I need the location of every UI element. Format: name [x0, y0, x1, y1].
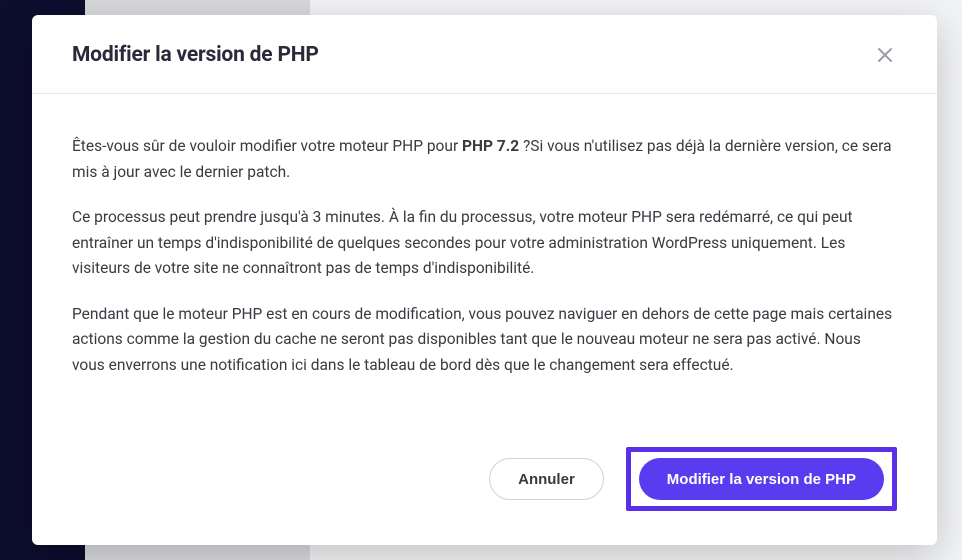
- php-version: PHP 7.2: [462, 137, 519, 155]
- p1-prefix: Êtes-vous sûr de vouloir modifier votre …: [72, 137, 462, 155]
- confirm-button[interactable]: Modifier la version de PHP: [639, 458, 884, 500]
- primary-button-highlight: Modifier la version de PHP: [626, 447, 897, 511]
- modal-title: Modifier la version de PHP: [72, 43, 319, 67]
- cancel-button[interactable]: Annuler: [489, 458, 604, 500]
- modal-paragraph-3: Pendant que le moteur PHP est en cours d…: [72, 302, 897, 379]
- modal-header: Modifier la version de PHP: [32, 15, 937, 94]
- close-button[interactable]: [873, 43, 897, 67]
- close-icon: [877, 47, 893, 63]
- modal-body: Êtes-vous sûr de vouloir modifier votre …: [32, 94, 937, 437]
- modal-footer: Annuler Modifier la version de PHP: [32, 437, 937, 545]
- modal-paragraph-2: Ce processus peut prendre jusqu'à 3 minu…: [72, 205, 897, 282]
- modal-paragraph-1: Êtes-vous sûr de vouloir modifier votre …: [72, 134, 897, 185]
- modal-dialog: Modifier la version de PHP Êtes-vous sûr…: [32, 15, 937, 545]
